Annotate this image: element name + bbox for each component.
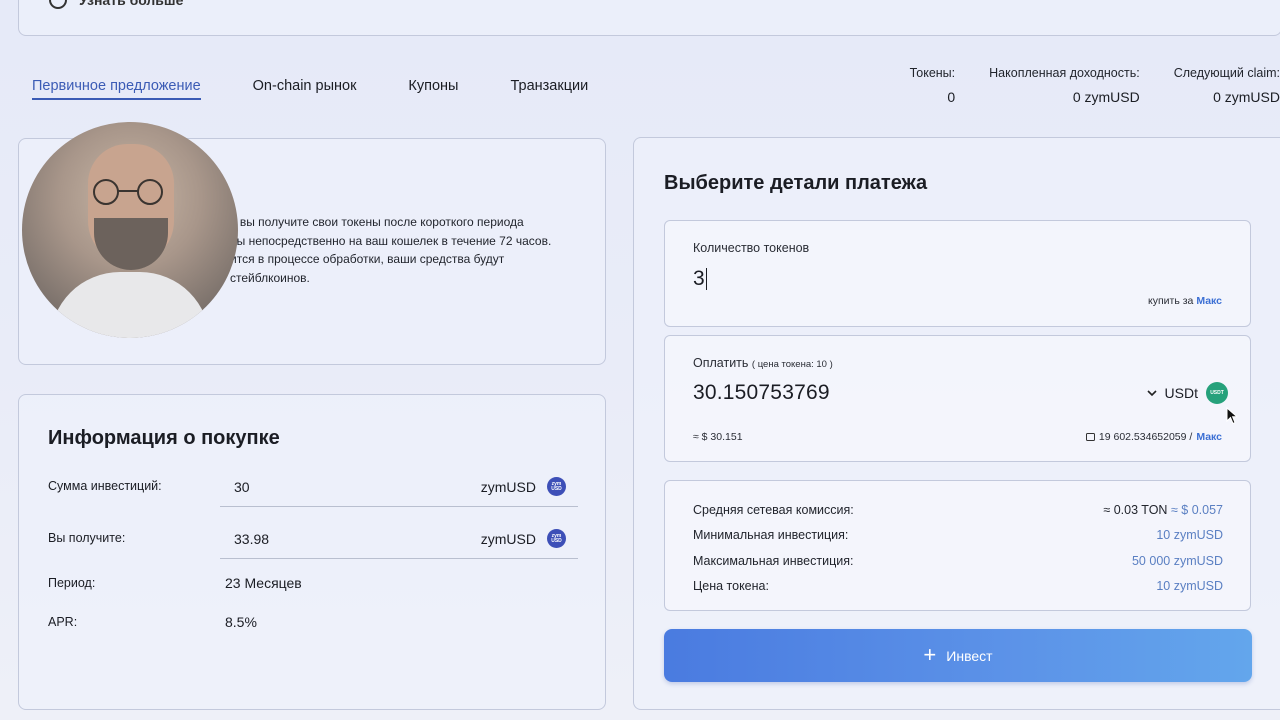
stat-label: Токены: (909, 66, 956, 80)
max-investment-row: Максимальная инвестиция: 50 000 zymUSD (693, 554, 1223, 568)
stat-accrued-yield: Накопленная доходность: 0 zymUSD (989, 66, 1140, 105)
period-value: 23 Месяцев (225, 575, 302, 591)
stat-next-claim: Следующий claim: 0 zymUSD (1174, 66, 1280, 105)
fee-ton: ≈ 0.03 TON (1103, 503, 1168, 517)
portfolio-stats: Токены: 0 Накопленная доходность: 0 zymU… (876, 66, 1280, 105)
buy-for-label: купить за (1148, 295, 1194, 307)
invest-label: Инвест (946, 647, 993, 664)
fees-box: Средняя сетевая комиссия: ≈ 0.03 TON ≈ $… (664, 480, 1251, 611)
top-strip: Узнать больше (18, 0, 1280, 36)
learn-more-label: Узнать больше (79, 0, 184, 8)
tab-primary-offering[interactable]: Первичное предложение (32, 78, 201, 100)
usdt-coin-icon: USDT (1206, 382, 1228, 404)
wallet-icon (1085, 433, 1095, 441)
currency-label: USDt (1164, 385, 1198, 401)
pay-amount-value[interactable]: 30.150753769 (693, 381, 830, 405)
min-investment-row: Минимальная инвестиция: 10 zymUSD (693, 528, 1223, 542)
info-circle-icon (49, 0, 67, 9)
presenter-beard (94, 218, 168, 270)
fee-value: ≈ 0.03 TON ≈ $ 0.057 (1103, 503, 1223, 517)
currency-selector[interactable]: USDt USDT (1146, 382, 1228, 404)
stat-label: Накопленная доходность: (989, 66, 1140, 80)
info-line: ится в процессе обработки, ваши средства… (230, 252, 505, 266)
stat-value: 0 zymUSD (1213, 89, 1280, 105)
tab-transactions[interactable]: Транзакции (510, 78, 588, 100)
pay-label-text: Оплатить (693, 356, 749, 370)
row-label: Период: (48, 576, 96, 590)
row-label: Вы получите: (48, 531, 126, 545)
info-text: п вы получите свои токены после коротког… (230, 213, 580, 287)
purchase-title: Информация о покупке (48, 427, 280, 449)
webcam-overlay (22, 122, 238, 338)
stat-value: 0 zymUSD (1072, 89, 1140, 105)
you-receive-field: 33.98 zymUSD zym USD (220, 521, 578, 559)
chevron-down-icon (1146, 389, 1157, 396)
fee-usd: ≈ $ 0.057 (1170, 503, 1223, 517)
fee-value: 10 zymUSD (1156, 528, 1223, 542)
learn-more-link[interactable]: Узнать больше (49, 0, 183, 9)
token-quantity-input[interactable]: 3 (693, 267, 708, 291)
zymusd-coin-icon: zym USD (547, 529, 566, 548)
tab-bar: Первичное предложение On-chain рынок Куп… (32, 78, 588, 100)
token-quantity-box[interactable]: Количество токенов 3 купить за Макс (664, 220, 1251, 327)
network-fee-row: Средняя сетевая комиссия: ≈ 0.03 TON ≈ $… (693, 503, 1223, 517)
token-price-note: ( цена токена: 10 ) (751, 359, 833, 370)
balance-value: 19 602.534652059 / (1098, 431, 1193, 443)
plus-icon: + (923, 641, 937, 667)
token-price-row: Цена токена: 10 zymUSD (693, 579, 1223, 593)
tab-onchain-market[interactable]: On-chain рынок (253, 78, 357, 100)
fee-value: 50 000 zymUSD (1131, 554, 1223, 568)
field-value: 30 (234, 479, 250, 495)
field-unit: zymUSD (480, 531, 536, 547)
glasses-icon (93, 179, 163, 205)
info-line: ны непосредственно на ваш кошелек в тече… (230, 233, 552, 248)
fee-label: Максимальная инвестиция: (693, 554, 854, 568)
pay-label: Оплатить ( цена токена: 10 ) (693, 356, 833, 370)
presenter-shirt (50, 272, 210, 338)
fee-label: Средняя сетевая комиссия: (693, 503, 854, 517)
max-balance-link[interactable]: Макс (1196, 431, 1222, 443)
buy-for-max: купить за Макс (1148, 295, 1222, 307)
apr-value: 8.5% (225, 614, 257, 630)
text-caret (705, 268, 708, 290)
stat-value: 0 (947, 89, 956, 105)
field-value: 33.98 (234, 531, 270, 547)
quantity-label: Количество токенов (693, 241, 810, 255)
field-unit: zymUSD (480, 479, 536, 495)
quantity-value: 3 (693, 267, 705, 290)
payment-details-card: Выберите детали платежа Количество токен… (633, 137, 1280, 710)
info-line: стейблкоинов. (230, 270, 310, 285)
zymusd-coin-icon: zym USD (547, 477, 566, 496)
max-link[interactable]: Макс (1196, 295, 1222, 307)
row-label: Сумма инвестиций: (48, 479, 162, 493)
stat-tokens: Токены: 0 (910, 66, 956, 105)
fee-label: Цена токена: (693, 579, 769, 593)
fee-label: Минимальная инвестиция: (693, 528, 849, 542)
purchase-info-card: Информация о покупке Сумма инвестиций: 3… (18, 394, 606, 710)
stat-label: Следующий claim: (1173, 66, 1280, 80)
payment-title: Выберите детали платежа (664, 172, 928, 194)
invest-button[interactable]: + Инвест (664, 629, 1252, 682)
row-label: APR: (48, 615, 78, 629)
mouse-cursor-icon (1226, 407, 1238, 425)
usd-approx: ≈ $ 30.151 (693, 431, 743, 443)
fee-value: 10 zymUSD (1156, 579, 1223, 593)
wallet-balance: 19 602.534652059 / Макс (1085, 431, 1222, 443)
investment-amount-field: 30 zymUSD zym USD (220, 469, 578, 507)
tab-coupons[interactable]: Купоны (408, 78, 458, 100)
pay-amount-box: Оплатить ( цена токена: 10 ) 30.15075376… (664, 335, 1251, 462)
info-line: п вы получите свои токены после коротког… (230, 215, 524, 229)
